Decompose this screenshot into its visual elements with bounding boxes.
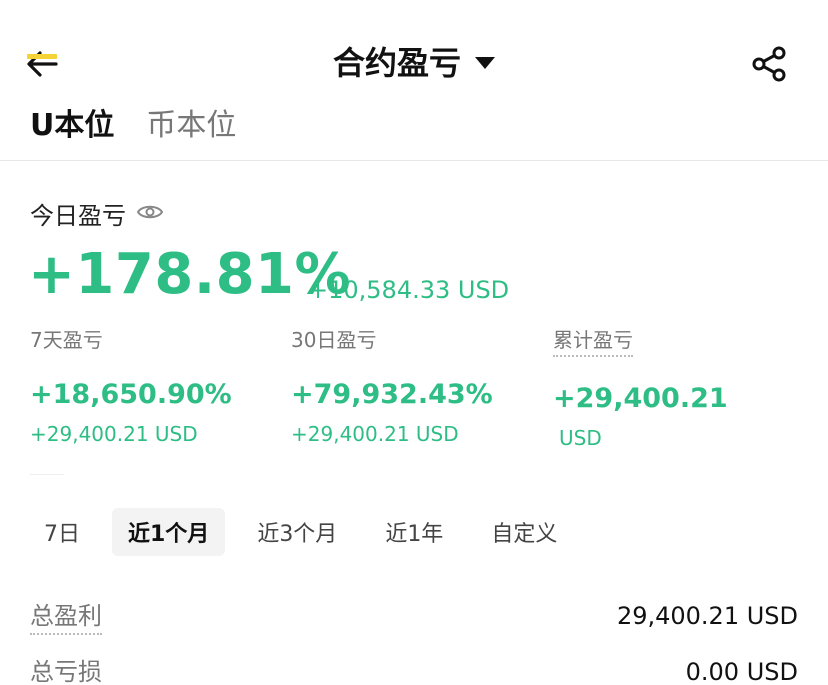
stat-cumulative: 累计盈亏 +29,400.21 USD	[553, 324, 728, 450]
active-tab-indicator	[27, 54, 57, 59]
eye-icon	[136, 205, 164, 218]
stat-usd: +29,400.21 USD	[291, 422, 459, 446]
stat-label-tooltip[interactable]: 累计盈亏	[553, 324, 633, 357]
total-loss-label[interactable]: 总亏损	[30, 652, 102, 685]
today-pnl-percent: +178.81%	[28, 242, 352, 307]
period-1m[interactable]: 近1个月	[112, 508, 226, 556]
caret-down-icon	[475, 57, 495, 69]
stat-unit: USD	[559, 426, 602, 450]
visibility-toggle[interactable]	[136, 200, 164, 228]
period-custom[interactable]: 自定义	[475, 508, 573, 556]
stat-usd: +29,400.21 USD	[30, 422, 198, 446]
contract-pnl-page: 合约盈亏 U本位 币本位 今日盈亏 +178.81% +10,584.33 US…	[0, 0, 828, 685]
divider	[0, 160, 828, 161]
tab-usdt-margined[interactable]: U本位	[30, 100, 114, 166]
period-filter: 7日 近1个月 近3个月 近1年 自定义	[28, 508, 589, 556]
share-button[interactable]	[750, 44, 790, 84]
total-profit-value: 29,400.21 USD	[616, 601, 798, 630]
today-pnl-label: 今日盈亏	[30, 202, 126, 230]
header: 合约盈亏	[0, 38, 828, 84]
summary-row-total-loss: 总亏损 0.00 USD	[30, 652, 798, 685]
stat-7d: 7天盈亏 +18,650.90% +29,400.21 USD	[30, 324, 232, 446]
stat-percent: +18,650.90%	[30, 379, 232, 410]
total-loss-value: 0.00 USD	[685, 657, 798, 685]
stat-percent: +79,932.43%	[291, 379, 493, 410]
stat-label: 30日盈亏	[291, 328, 377, 352]
margin-type-tabs: U本位 币本位	[30, 100, 236, 166]
stat-30d: 30日盈亏 +79,932.43% +29,400.21 USD	[291, 324, 493, 446]
tab-coin-margined[interactable]: 币本位	[146, 100, 236, 166]
period-3m[interactable]: 近3个月	[241, 508, 353, 556]
total-profit-label[interactable]: 总盈利	[30, 596, 102, 635]
title-selector[interactable]: 合约盈亏	[333, 38, 495, 84]
stat-value: +29,400.21	[553, 383, 728, 414]
summary-row-total-profit: 总盈利 29,400.21 USD	[30, 596, 798, 635]
divider	[30, 474, 64, 475]
page-title: 合约盈亏	[332, 44, 461, 82]
share-icon	[752, 46, 786, 82]
today-pnl-usd: +10,584.33 USD	[308, 276, 510, 304]
period-7d[interactable]: 7日	[28, 508, 96, 556]
tab-label: U本位	[30, 108, 115, 143]
period-1y[interactable]: 近1年	[369, 508, 459, 556]
tab-label: 币本位	[146, 108, 237, 143]
stat-label: 7天盈亏	[30, 328, 103, 352]
today-pnl-header: 今日盈亏	[30, 196, 164, 231]
